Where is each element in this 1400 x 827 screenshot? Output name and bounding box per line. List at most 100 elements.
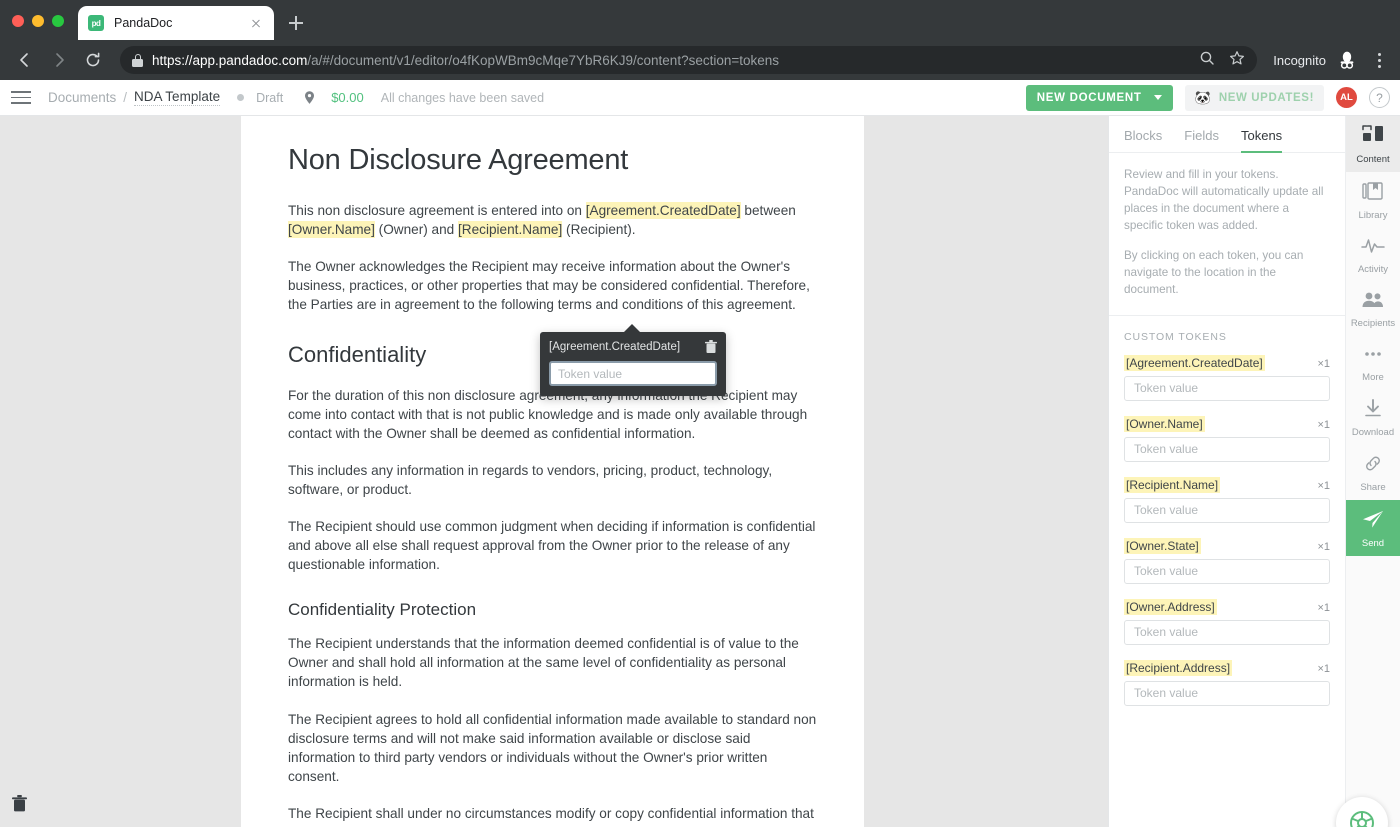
new-document-button[interactable]: NEW DOCUMENT (1026, 85, 1173, 111)
token-label[interactable]: [Owner.Address] (1124, 599, 1217, 615)
custom-tokens-title: CUSTOM TOKENS (1124, 331, 1330, 343)
token-value-input-0[interactable] (1124, 376, 1330, 401)
hamburger-menu-icon[interactable] (8, 85, 34, 111)
rail-item-send[interactable]: Send (1346, 500, 1400, 556)
price-tag-icon[interactable] (302, 90, 317, 105)
help-icon[interactable]: ? (1369, 87, 1390, 108)
close-icon[interactable] (248, 15, 264, 31)
doc-p1-text-a: This non disclosure agreement is entered… (288, 203, 586, 218)
pandadoc-app: Documents / NDA Template Draft $0.00 All… (0, 80, 1400, 827)
incognito-spy-icon[interactable] (1336, 49, 1358, 71)
token-agreement-createddate[interactable]: [Agreement.CreatedDate] (586, 202, 741, 219)
token-count: ×1 (1317, 419, 1330, 431)
doc-heading-confidentiality-protection: Confidentiality Protection (288, 600, 817, 620)
app-header: Documents / NDA Template Draft $0.00 All… (0, 80, 1400, 116)
rail-item-recipients[interactable]: Recipients (1346, 282, 1400, 336)
maximize-window-button[interactable] (52, 15, 64, 27)
browser-tab[interactable]: pd PandaDoc (78, 6, 274, 40)
search-icon[interactable] (1199, 50, 1215, 71)
kebab-menu-icon[interactable] (1368, 49, 1390, 71)
token-count: ×1 (1317, 602, 1330, 614)
star-icon[interactable] (1229, 50, 1245, 71)
doc-p1-text-b: between (741, 203, 796, 218)
document-title[interactable]: NDA Template (134, 89, 220, 106)
token-value-input-4[interactable] (1124, 620, 1330, 645)
token-recipient-name[interactable]: [Recipient.Name] (458, 221, 562, 238)
tab-tokens[interactable]: Tokens (1241, 128, 1282, 152)
rail-item-activity[interactable]: Activity (1346, 228, 1400, 282)
lock-icon (132, 54, 143, 67)
address-bar-url: https://app.pandadoc.com/a/#/document/v1… (152, 53, 779, 68)
token-count: ×1 (1317, 358, 1330, 370)
new-updates-button[interactable]: 🐼 NEW UPDATES! (1185, 85, 1324, 111)
rail-item-content[interactable]: Content (1346, 116, 1400, 172)
avatar[interactable]: AL (1336, 87, 1357, 108)
rail-item-share[interactable]: Share (1346, 445, 1400, 500)
plus-icon[interactable] (282, 9, 310, 37)
tab-blocks[interactable]: Blocks (1124, 128, 1162, 152)
trash-icon[interactable] (705, 340, 717, 354)
rail-item-download[interactable]: Download (1346, 390, 1400, 445)
rail-label: Recipients (1351, 318, 1395, 329)
token-value-input-2[interactable] (1124, 498, 1330, 523)
token-popover-title: [Agreement.CreatedDate] (549, 341, 705, 353)
doc-paragraph-2: The Owner acknowledges the Recipient may… (288, 257, 817, 314)
rail-label: Content (1356, 154, 1389, 165)
token-list-item[interactable]: [Recipient.Address] ×1 (1124, 660, 1330, 676)
breadcrumb-separator: / (123, 90, 127, 105)
rail-label: Download (1352, 427, 1394, 438)
content-blocks-icon (1362, 125, 1384, 150)
trash-icon[interactable] (12, 795, 27, 817)
document-price: $0.00 (331, 90, 364, 105)
token-label[interactable]: [Owner.State] (1124, 538, 1201, 554)
browser-window: pd PandaDoc https://app.pandadoc.com/a/#… (0, 0, 1400, 827)
token-list-item[interactable]: [Owner.Name] ×1 (1124, 416, 1330, 432)
token-count: ×1 (1317, 663, 1330, 675)
recipients-people-icon (1361, 291, 1385, 314)
token-label[interactable]: [Recipient.Name] (1124, 477, 1220, 493)
window-traffic-lights (12, 15, 64, 40)
breadcrumb-documents[interactable]: Documents (48, 90, 116, 105)
new-updates-label: NEW UPDATES! (1219, 92, 1314, 104)
token-value-input-5[interactable] (1124, 681, 1330, 706)
token-value-input[interactable] (549, 361, 717, 386)
token-owner-name[interactable]: [Owner.Name] (288, 221, 375, 238)
token-value-input-3[interactable] (1124, 559, 1330, 584)
rail-label: Library (1358, 210, 1387, 221)
rail-label: Activity (1358, 264, 1388, 275)
token-list-item[interactable]: [Recipient.Name] ×1 (1124, 477, 1330, 493)
rail-label: Send (1362, 538, 1384, 549)
token-list-item[interactable]: [Owner.State] ×1 (1124, 538, 1330, 554)
token-label[interactable]: [Agreement.CreatedDate] (1124, 355, 1265, 371)
address-bar[interactable]: https://app.pandadoc.com/a/#/document/v1… (120, 46, 1257, 74)
token-label[interactable]: [Owner.Name] (1124, 416, 1205, 432)
close-window-button[interactable] (12, 15, 24, 27)
rail-label: Share (1360, 482, 1385, 493)
doc-paragraph-7: The Recipient agrees to hold all confide… (288, 710, 817, 786)
doc-paragraph-1: This non disclosure agreement is entered… (288, 201, 817, 239)
token-list-item[interactable]: [Agreement.CreatedDate] ×1 (1124, 355, 1330, 371)
panel-intro-line-1: Review and fill in your tokens. PandaDoc… (1124, 167, 1330, 235)
token-value-input-1[interactable] (1124, 437, 1330, 462)
url-path: /a/#/document/v1/editor/o4fKopWBm9cMqe7Y… (307, 53, 779, 68)
rail-item-more[interactable]: More (1346, 336, 1400, 390)
panda-face-icon: 🐼 (1195, 90, 1211, 106)
minimize-window-button[interactable] (32, 15, 44, 27)
tab-fields[interactable]: Fields (1184, 128, 1219, 152)
back-arrow-icon[interactable] (10, 45, 40, 75)
browser-tabstrip: pd PandaDoc (0, 0, 1400, 40)
token-popover-header: [Agreement.CreatedDate] (549, 340, 717, 354)
token-popover[interactable]: [Agreement.CreatedDate] (540, 332, 726, 396)
forward-arrow-icon[interactable] (44, 45, 74, 75)
token-list-item[interactable]: [Owner.Address] ×1 (1124, 599, 1330, 615)
new-document-label: NEW DOCUMENT (1037, 92, 1142, 104)
url-host: https://app.pandadoc.com (152, 53, 307, 68)
browser-toolbar: https://app.pandadoc.com/a/#/document/v1… (0, 40, 1400, 80)
document-page[interactable]: Non Disclosure Agreement This non disclo… (241, 116, 864, 827)
token-label[interactable]: [Recipient.Address] (1124, 660, 1232, 676)
doc-paragraph-6: The Recipient understands that the infor… (288, 634, 817, 691)
custom-tokens-list: CUSTOM TOKENS [Agreement.CreatedDate] ×1… (1109, 316, 1345, 827)
rail-item-library[interactable]: Library (1346, 172, 1400, 228)
incognito-label: Incognito (1273, 53, 1326, 68)
reload-icon[interactable] (78, 45, 108, 75)
